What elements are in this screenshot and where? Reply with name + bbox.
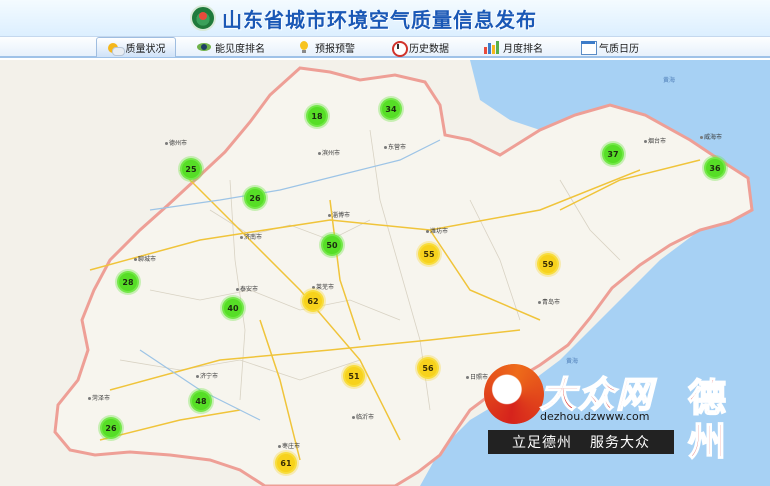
tab-label: 质量状况	[125, 44, 166, 55]
tab-quality-status[interactable]: 质量状况	[96, 37, 176, 57]
aqi-marker[interactable]: 26	[100, 417, 122, 439]
city-label: 济南市	[240, 232, 262, 241]
aqi-marker[interactable]: 50	[321, 234, 343, 256]
watermark-city-bottom: 州	[687, 419, 727, 465]
aqi-marker[interactable]: 36	[704, 157, 726, 179]
bulb-icon	[296, 40, 312, 54]
aqi-marker[interactable]: 40	[222, 297, 244, 319]
city-label: 枣庄市	[278, 441, 300, 450]
city-label: 泰安市	[236, 284, 258, 293]
tab-label: 气质日历	[599, 43, 639, 55]
tab-air-calendar[interactable]: 气质日历	[580, 37, 650, 57]
aqi-marker[interactable]: 28	[117, 271, 139, 293]
environment-logo-icon	[190, 5, 216, 31]
sun-cloud-icon	[107, 41, 125, 56]
tab-forecast-warning[interactable]: 预报预警	[296, 37, 366, 57]
page-title: 山东省城市环境空气质量信息发布	[222, 7, 537, 32]
aqi-marker[interactable]: 37	[602, 143, 624, 165]
tab-label: 能见度排名	[215, 43, 265, 55]
aqi-marker[interactable]: 61	[275, 452, 297, 474]
slogan-left: 立足德州	[512, 435, 572, 451]
city-label: 滨州市	[318, 148, 340, 157]
tab-history-data[interactable]: 历史数据	[390, 37, 460, 57]
app-header: 山东省城市环境空气质量信息发布	[0, 0, 770, 36]
city-label: 淄博市	[328, 210, 350, 219]
aqi-marker[interactable]: 56	[417, 357, 439, 379]
dzwww-watermark: 大众网 dezhou.dzwww.com 立足德州 服务大众 德 州	[478, 358, 770, 486]
aqi-marker[interactable]: 62	[302, 290, 324, 312]
nav-bar: 质量状况 能见度排名 预报预警 历史数据 月度排名 气质日历	[0, 36, 770, 58]
sea-label: 黄海	[663, 77, 676, 84]
watermark-url: dezhou.dzwww.com	[540, 410, 650, 423]
tab-label: 月度排名	[503, 43, 543, 55]
city-label: 潍坊市	[426, 226, 448, 235]
city-label: 青岛市	[538, 297, 560, 306]
city-label: 烟台市	[644, 136, 666, 145]
aqi-marker[interactable]: 18	[306, 105, 328, 127]
city-label: 聊城市	[134, 254, 156, 263]
aqi-marker[interactable]: 55	[418, 243, 440, 265]
aqi-marker[interactable]: 34	[380, 98, 402, 120]
bar-chart-icon	[484, 40, 500, 54]
aqi-marker[interactable]: 48	[190, 390, 212, 412]
city-label: 菏泽市	[88, 393, 110, 402]
calendar-icon	[580, 40, 597, 55]
eye-icon	[196, 40, 212, 54]
city-label: 威海市	[700, 132, 722, 141]
aqi-marker[interactable]: 51	[343, 365, 365, 387]
title-wrap: 山东省城市环境空气质量信息发布	[190, 4, 537, 32]
tab-visibility-ranking[interactable]: 能见度排名	[196, 37, 280, 57]
city-label: 临沂市	[352, 412, 374, 421]
city-label: 东营市	[384, 142, 406, 151]
clock-icon	[390, 40, 408, 57]
tab-monthly-ranking[interactable]: 月度排名	[484, 37, 554, 57]
city-label: 德州市	[165, 138, 187, 147]
aqi-marker[interactable]: 26	[244, 187, 266, 209]
watermark-city: 德 州	[682, 375, 732, 465]
tab-label: 预报预警	[315, 43, 355, 55]
aqi-marker[interactable]: 59	[537, 253, 559, 275]
dzwww-logo-icon	[478, 358, 550, 430]
city-label: 济宁市	[196, 371, 218, 380]
watermark-city-top: 德	[687, 375, 727, 421]
slogan-right: 服务大众	[590, 435, 650, 451]
watermark-slogan-bar: 立足德州 服务大众	[488, 430, 674, 454]
tab-label: 历史数据	[409, 43, 449, 55]
aqi-marker[interactable]: 25	[180, 158, 202, 180]
